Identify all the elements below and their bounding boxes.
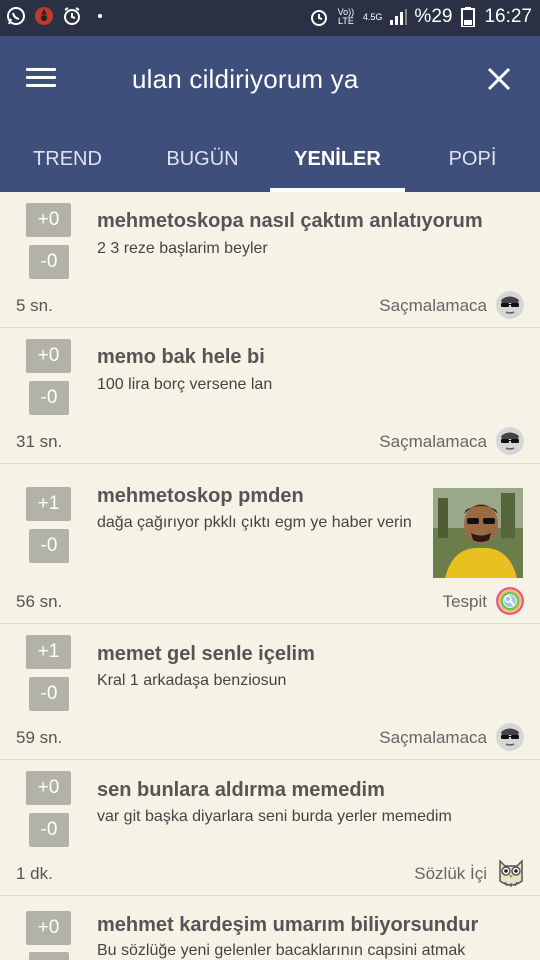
menu-icon[interactable] xyxy=(26,66,58,90)
downvote-button[interactable] xyxy=(29,952,69,960)
entry-description: dağa çağırıyor pkklı çıktı egm ye haber … xyxy=(97,514,412,531)
network-type: 4.5G xyxy=(362,11,383,22)
list-item[interactable]: +0 mehmet kardeşim umarım biliyorsundur … xyxy=(0,896,540,960)
list-item[interactable]: +0 -0 sen bunlara aldırma memedim var gi… xyxy=(0,760,540,896)
page-title: ulan cildiriyorum ya xyxy=(132,64,359,94)
entry-time: 5 sn. xyxy=(16,296,53,315)
list-item[interactable]: +0 -0 mehmetoskopa nasıl çaktım anlatıyo… xyxy=(0,192,540,328)
upvote-button[interactable]: +1 xyxy=(26,635,71,669)
whatsapp-icon xyxy=(6,6,26,26)
close-icon[interactable] xyxy=(486,66,512,92)
entry-thumbnail[interactable] xyxy=(433,488,523,578)
entry-title[interactable]: mehmetoskop pmden xyxy=(97,485,304,508)
upvote-button[interactable]: +0 xyxy=(26,203,71,237)
downvote-button[interactable]: -0 xyxy=(29,381,69,415)
entry-title[interactable]: mehmet kardeşim umarım biliyorsundur xyxy=(97,914,478,937)
entry-category[interactable]: Saçmalamaca xyxy=(379,432,487,452)
tab-popi[interactable]: POPİ xyxy=(405,132,540,192)
upvote-button[interactable]: +0 xyxy=(26,339,71,373)
entry-description: 2 3 reze başlarim beyler xyxy=(97,240,268,257)
sunglasses-face-icon xyxy=(496,291,524,319)
entry-description: 100 lira borç versene lan xyxy=(97,376,273,393)
list-item[interactable]: +1 -0 mehmetoskop pmden dağa çağırıyor p… xyxy=(0,464,540,624)
tab-yeniler[interactable]: YENİLER xyxy=(270,132,405,192)
entry-time: 59 sn. xyxy=(16,728,63,747)
upvote-button[interactable]: +1 xyxy=(26,487,71,521)
upvote-button[interactable]: +0 xyxy=(26,911,71,945)
entry-title[interactable]: sen bunlara aldırma memedim xyxy=(97,779,385,802)
app-badge-icon xyxy=(34,6,54,26)
sunglasses-face-icon xyxy=(496,723,524,751)
downvote-button[interactable]: -0 xyxy=(29,677,69,711)
entry-category[interactable]: Saçmalamaca xyxy=(379,728,487,748)
downvote-button[interactable]: -0 xyxy=(29,245,69,279)
entry-title[interactable]: memet gel senle içelim xyxy=(97,643,315,666)
battery-percent: %29 xyxy=(414,6,453,27)
owl-icon xyxy=(496,857,526,889)
tab-trend[interactable]: TREND xyxy=(0,132,135,192)
clock: 16:27 xyxy=(484,6,532,27)
entry-time: 31 sn. xyxy=(16,432,63,451)
notification-dot-icon xyxy=(90,6,110,26)
volte-indicator: Vo)) LTE xyxy=(337,7,355,26)
upvote-button[interactable]: +0 xyxy=(26,771,71,805)
sunglasses-face-icon xyxy=(496,427,524,455)
rainbow-magnifier-icon xyxy=(496,587,524,615)
entry-list: +0 -0 mehmetoskopa nasıl çaktım anlatıyo… xyxy=(0,192,540,960)
list-item[interactable]: +1 -0 memet gel senle içelim Kral 1 arka… xyxy=(0,624,540,760)
signal-icon xyxy=(388,7,408,27)
list-item[interactable]: +0 -0 memo bak hele bi 100 lira borç ver… xyxy=(0,328,540,464)
entry-category[interactable]: Tespit xyxy=(443,592,487,612)
alarm-icon xyxy=(309,7,329,27)
entry-time: 56 sn. xyxy=(16,592,63,611)
entry-description: var git başka diyarlara seni burda yerle… xyxy=(97,808,452,825)
entry-title[interactable]: memo bak hele bi xyxy=(97,346,265,369)
entry-description: Bu sözlüğe yeni gelenler bacaklarının ca… xyxy=(97,942,466,959)
entry-description: Kral 1 arkadaşa benziosun xyxy=(97,672,287,689)
status-bar: Vo)) LTE 4.5G %29 16:27 xyxy=(0,0,540,36)
downvote-button[interactable]: -0 xyxy=(29,529,69,563)
entry-category[interactable]: Sözlük İçi xyxy=(414,864,487,884)
app-bar: ulan cildiriyorum ya TREND BUGÜN YENİLER… xyxy=(0,36,540,192)
downvote-button[interactable]: -0 xyxy=(29,813,69,847)
entry-category[interactable]: Saçmalamaca xyxy=(379,296,487,316)
entry-time: 1 dk. xyxy=(16,864,53,883)
alarm-clock-icon xyxy=(62,6,82,26)
entry-title[interactable]: mehmetoskopa nasıl çaktım anlatıyorum xyxy=(97,210,483,233)
battery-icon xyxy=(458,7,478,27)
tab-bar: TREND BUGÜN YENİLER POPİ xyxy=(0,132,540,192)
tab-bugun[interactable]: BUGÜN xyxy=(135,132,270,192)
